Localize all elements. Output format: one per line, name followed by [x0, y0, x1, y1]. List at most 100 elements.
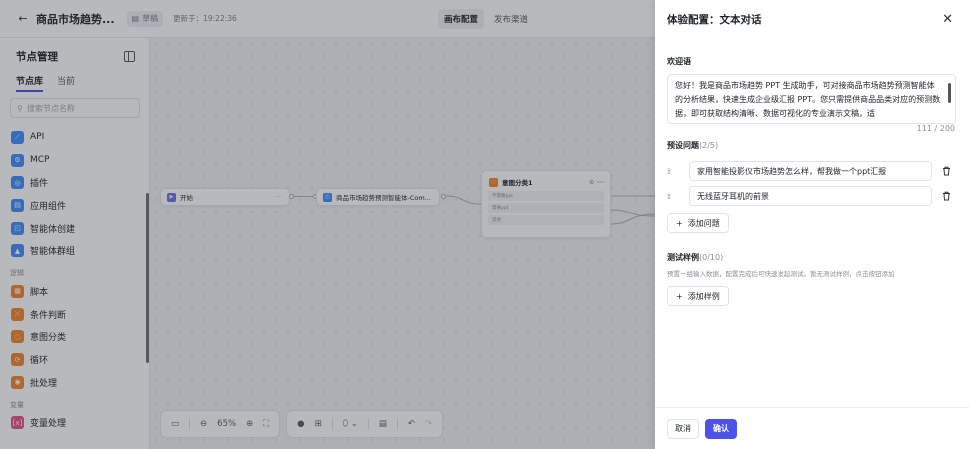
node-item-app-component[interactable]: ▤ 应用组件 [0, 194, 149, 217]
add-question-label: 添加问题 [687, 218, 720, 228]
node-item-api[interactable]: ⟋ API [0, 126, 149, 149]
node-item-script[interactable]: ▦ 脚本 [0, 280, 149, 303]
draft-label: 草稿 [142, 14, 159, 23]
add-sample-label: 添加样例 [687, 291, 720, 301]
cancel-button[interactable]: 取消 [667, 418, 699, 439]
node-item-condition[interactable]: ⤫ 条件判断 [0, 303, 149, 326]
drag-handle-icon[interactable]: ⁞⁞ [667, 192, 679, 201]
node-search-input[interactable]: ⚲ 搜索节点名称 [10, 98, 140, 118]
updated-time: 更新于：19:22:36 [173, 14, 237, 23]
variable-icon: [x] [11, 416, 24, 430]
node-item-loop[interactable]: ⟳ 循环 [0, 348, 149, 371]
question-row: ⁞⁞ 家用智能投影仪市场趋势怎么样，帮我做一个ppt汇报 [667, 161, 959, 181]
test-samples-label: 测试样例(0/10) [667, 252, 723, 263]
node-item-batch[interactable]: ◉ 批处理 [0, 371, 149, 394]
agent-node-label: 商品市场趋势预测智能体-Com... [336, 194, 431, 202]
intent-node-icon: ◌ [489, 177, 498, 187]
node-more-icon[interactable]: ··· [275, 194, 281, 201]
section-logic: 逻辑 [10, 269, 24, 278]
agent-node[interactable]: ◰ 商品市场趋势预测智能体-Com... [316, 188, 440, 206]
agent-group-icon: ▲ [11, 244, 24, 258]
top-tabs: 画布配置 发布渠道 [438, 9, 534, 29]
batch-icon: ◉ [11, 375, 24, 389]
intent-icon: ◌ [11, 330, 24, 344]
node-item-label: 变量处理 [30, 419, 67, 430]
zoom-in-icon[interactable]: ⊕ [246, 419, 253, 429]
app-title: 商品市场趋势... [36, 12, 115, 26]
node-management-panel: 节点管理 节点库 当前 ⚲ 搜索节点名称 ⟋ API ⚙ MCP ◎ 插件 ▤ … [0, 38, 150, 449]
welcome-textarea[interactable]: 您好！我是商品市场趋势 PPT 生成助手，可对接商品市场趋势预测智能体的分析结果… [667, 74, 956, 124]
sample-label-text: 测试样例 [667, 253, 699, 262]
api-icon: ⟋ [11, 130, 24, 144]
zoom-out-icon[interactable]: ⊖ [200, 419, 207, 429]
sample-count: (0/10) [699, 253, 724, 262]
textarea-scrollbar[interactable] [948, 83, 951, 103]
minimap-icon[interactable]: ▭ [171, 419, 179, 429]
node-settings-icon[interactable]: ⊙ ··· [589, 178, 604, 186]
node-item-agent-group[interactable]: ▲ 智能体群组 [0, 239, 149, 262]
collapse-panel-icon[interactable] [124, 50, 135, 62]
question-input[interactable]: 家用智能投影仪市场趋势怎么样，帮我做一个ppt汇报 [689, 161, 932, 181]
add-question-button[interactable]: + 添加问题 [667, 213, 729, 233]
trash-icon[interactable] [942, 166, 951, 176]
plus-icon: + [676, 218, 683, 228]
document-icon: ▤ [131, 14, 140, 23]
preset-label-text: 预设问题 [667, 141, 699, 150]
condition-icon: ⤫ [11, 307, 24, 321]
add-node-icon[interactable]: ● [297, 419, 304, 429]
edge-agent-intent [445, 195, 482, 205]
agent-node-icon: ◰ [323, 192, 332, 202]
component-icon: ▤ [11, 198, 24, 212]
toolbar-divider [396, 418, 398, 430]
panel-title: 节点管理 [16, 50, 58, 63]
node-item-label: MCP [30, 155, 50, 166]
layout-icon[interactable]: ⊞ [315, 419, 322, 429]
back-arrow-icon[interactable]: ← [16, 12, 30, 26]
intent-row: 不需要ppt [488, 191, 604, 201]
draft-badge: ▤ 草稿 [126, 10, 164, 27]
add-sample-button[interactable]: + 添加样例 [667, 286, 729, 306]
intent-node[interactable]: ◌ 意图分类1 ⊙ ··· 不需要ppt 需要ppt 其他 [481, 170, 611, 238]
preset-count: (2/5) [699, 141, 719, 150]
node-item-intent[interactable]: ◌ 意图分类 [0, 326, 149, 349]
node-item-label: 插件 [30, 179, 49, 190]
experience-config-drawer: 体验配置：文本对话 ✕ 欢迎语 您好！我是商品市场趋势 PPT 生成助手，可对接… [655, 0, 969, 449]
toolbar-view-group: ▭ ⊖ 65% ⊕ ⛶ [160, 410, 281, 438]
workflow-canvas[interactable]: ▶ 开始 ··· ◰ 商品市场趋势预测智能体-Com... ◌ 意图分类1 ⊙ … [150, 38, 655, 449]
node-item-mcp[interactable]: ⚙ MCP [0, 149, 149, 172]
canvas-toolbar: ▭ ⊖ 65% ⊕ ⛶ ● ⊞ ⬯ ⌄ ▤ ↶ ↷ [160, 410, 444, 438]
tab-current[interactable]: 当前 [57, 74, 75, 92]
trash-icon[interactable] [942, 191, 951, 201]
drawer-footer: 取消 确认 [655, 407, 969, 449]
section-variable: 变量 [10, 400, 24, 409]
edge-start-agent [294, 196, 314, 197]
panel-scrollbar[interactable] [146, 193, 149, 363]
node-item-agent-create[interactable]: ◰ 智能体创建 [0, 217, 149, 240]
pointer-mode-icon[interactable]: ⬯ ⌄ [343, 419, 358, 429]
node-item-variable[interactable]: [x] 变量处理 [0, 412, 149, 435]
fit-view-icon[interactable]: ⛶ [263, 419, 269, 429]
close-icon[interactable]: ✕ [942, 12, 953, 27]
search-placeholder: 搜索节点名称 [26, 103, 75, 113]
drag-handle-icon[interactable]: ⁞⁞ [667, 167, 679, 176]
tab-node-library[interactable]: 节点库 [16, 74, 44, 92]
preset-questions-label: 预设问题(2/5) [667, 140, 718, 151]
question-input[interactable]: 无线蓝牙耳机的前景 [689, 186, 932, 206]
comment-icon[interactable]: ▤ [379, 419, 387, 429]
loop-icon: ⟳ [11, 353, 24, 367]
tab-canvas-config[interactable]: 画布配置 [438, 9, 485, 29]
node-item-plugin[interactable]: ◎ 插件 [0, 171, 149, 194]
tab-publish-channel[interactable]: 发布渠道 [488, 9, 534, 29]
search-icon: ⚲ [17, 103, 23, 113]
confirm-button[interactable]: 确认 [705, 418, 737, 439]
start-node[interactable]: ▶ 开始 ··· [160, 188, 290, 206]
agent-node-out-port[interactable] [441, 194, 446, 199]
node-item-label: 意图分类 [30, 333, 67, 344]
edge-intent-out-2 [610, 209, 655, 217]
toolbar-tools-group: ● ⊞ ⬯ ⌄ ▤ ↶ ↷ [286, 410, 444, 438]
redo-icon[interactable]: ↷ [425, 419, 432, 429]
zoom-level[interactable]: 65% [217, 419, 236, 429]
undo-icon[interactable]: ↶ [408, 419, 415, 429]
panel-tabs: 节点库 当前 [0, 74, 149, 92]
toolbar-divider [367, 418, 369, 430]
